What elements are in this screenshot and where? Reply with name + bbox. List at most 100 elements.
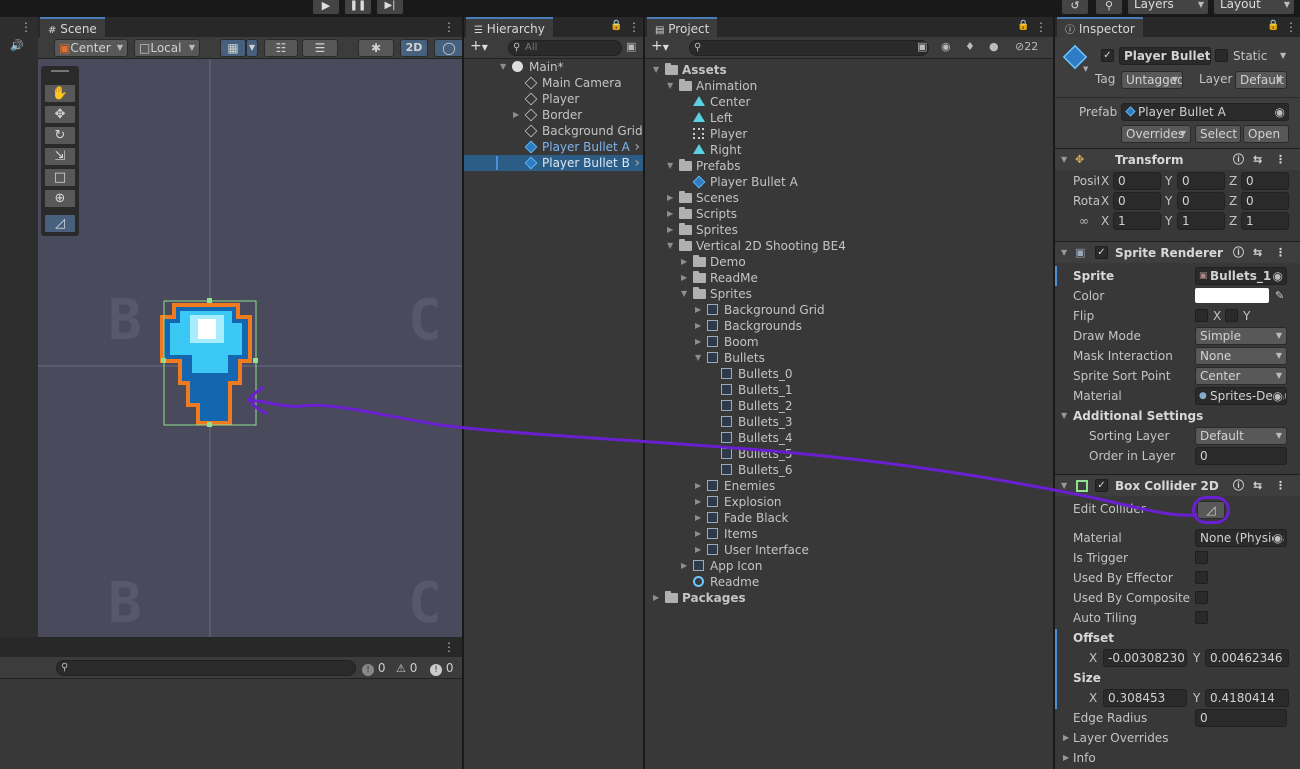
step-button[interactable]: ▶|: [377, 0, 403, 14]
collapse-arrow-icon[interactable]: ▶: [667, 222, 673, 238]
expand-arrow-icon[interactable]: ▼: [653, 62, 659, 78]
is-trigger-checkbox[interactable]: [1195, 551, 1208, 564]
transform-scale-z-field[interactable]: 1: [1241, 212, 1289, 230]
lighting-toggle[interactable]: ◯: [434, 39, 462, 57]
layout-dropdown[interactable]: Layout: [1214, 0, 1294, 14]
grid-snap-dropdown[interactable]: ▼: [246, 39, 258, 57]
transform-position-y-field[interactable]: 0: [1177, 172, 1225, 190]
hand-tool[interactable]: ✋: [44, 84, 76, 103]
additional-settings-row[interactable]: ▼ Additional Settings: [1055, 406, 1300, 426]
component-menu-icon[interactable]: ⋮: [1275, 149, 1286, 171]
console-search-input[interactable]: ⚲: [56, 660, 356, 676]
project-item[interactable]: Bullets_0: [645, 366, 1053, 382]
sprite-renderer-header[interactable]: ▼ ▣ ✓ Sprite Renderer ⓘ ⇆ ⋮: [1055, 241, 1300, 263]
transform-rotation-x-field[interactable]: 0: [1113, 192, 1161, 210]
2d-toggle[interactable]: 2D: [400, 39, 428, 57]
preset-icon[interactable]: ⇆: [1253, 149, 1262, 171]
box-collider-header[interactable]: ▼ ✓ Box Collider 2D ⓘ ⇆ ⋮: [1055, 474, 1300, 496]
space-dropdown[interactable]: □Local: [134, 39, 200, 57]
project-item[interactable]: ▼ Bullets: [645, 350, 1053, 366]
expand-arrow-icon[interactable]: ▼: [500, 59, 506, 75]
flip-x-checkbox[interactable]: [1195, 309, 1208, 322]
open-prefab-icon[interactable]: ›: [634, 139, 640, 155]
tab-project[interactable]: ▤ Project: [647, 17, 718, 37]
project-item[interactable]: Center: [645, 94, 1053, 110]
sorting-layer-dropdown[interactable]: Default: [1195, 427, 1287, 445]
layer-overrides-row[interactable]: ▶ Layer Overrides: [1055, 728, 1300, 748]
used-by-composite-checkbox[interactable]: [1195, 591, 1208, 604]
sprite-field[interactable]: ▣ Bullets_1 ◉: [1195, 267, 1287, 285]
lock-icon[interactable]: 🔒: [1017, 20, 1029, 31]
search-options-icon[interactable]: ▣: [626, 40, 636, 53]
collapse-arrow-icon[interactable]: ▶: [681, 270, 687, 286]
collapse-arrow-icon[interactable]: ▶: [695, 494, 701, 510]
scene-more-icon[interactable]: ⋮: [443, 20, 455, 34]
eyedropper-icon[interactable]: ✎: [1275, 286, 1284, 306]
scene-viewport[interactable]: B C B C ✋ ✥ ↻ ⇲ □ ⊕ ◿: [38, 59, 462, 637]
collapse-arrow-icon[interactable]: ▶: [695, 334, 701, 350]
used-by-effector-checkbox[interactable]: [1195, 571, 1208, 584]
project-item[interactable]: ▶ Sprites: [645, 222, 1053, 238]
transform-rotation-z-field[interactable]: 0: [1241, 192, 1289, 210]
project-item[interactable]: Bullets_4: [645, 430, 1053, 446]
expand-arrow-icon[interactable]: ▼: [695, 350, 701, 366]
active-checkbox[interactable]: ✓: [1101, 49, 1114, 62]
search-by-label-icon[interactable]: ♦: [965, 40, 975, 53]
constrain-proportions-icon[interactable]: ∞: [1079, 211, 1089, 231]
project-item[interactable]: ▶ Scripts: [645, 206, 1053, 222]
collapse-arrow-icon[interactable]: ▶: [695, 526, 701, 542]
collapse-arrow-icon[interactable]: ▶: [695, 510, 701, 526]
info-row[interactable]: ▶ Info: [1055, 748, 1300, 768]
collider-material-field[interactable]: None (Physics Material 2D)◉: [1195, 529, 1287, 547]
preset-icon[interactable]: ⇆: [1253, 475, 1262, 497]
project-item[interactable]: Bullets_2: [645, 398, 1053, 414]
project-item[interactable]: Player: [645, 126, 1053, 142]
help-icon[interactable]: ⓘ: [1233, 475, 1244, 497]
project-item[interactable]: Player Bullet A: [645, 174, 1053, 190]
help-icon[interactable]: ⓘ: [1233, 242, 1244, 264]
hierarchy-item[interactable]: Main Camera: [464, 75, 643, 91]
project-item[interactable]: ▶ App Icon: [645, 558, 1053, 574]
project-item[interactable]: ▶ Fade Black: [645, 510, 1053, 526]
hierarchy-item[interactable]: ▼ Main*: [464, 59, 643, 75]
prefab-source-field[interactable]: Player Bullet A ◉: [1121, 103, 1289, 121]
project-item[interactable]: ▶ Explosion: [645, 494, 1053, 510]
search-options-icon[interactable]: ▣: [917, 40, 927, 53]
play-button[interactable]: ▶: [313, 0, 339, 14]
project-item[interactable]: ▼ Assets: [645, 62, 1053, 78]
object-name-field[interactable]: Player Bullet B: [1119, 47, 1211, 65]
collapse-arrow-icon[interactable]: ▶: [695, 318, 701, 334]
open-prefab-icon[interactable]: ›: [634, 155, 640, 171]
object-picker-icon[interactable]: ◉: [1272, 388, 1283, 404]
console-error-count[interactable]: ! 0: [430, 660, 460, 676]
object-picker-icon[interactable]: ◉: [1275, 104, 1285, 120]
transform-position-x-field[interactable]: 0: [1113, 172, 1161, 190]
expand-arrow-icon[interactable]: ▼: [667, 238, 673, 254]
add-button[interactable]: +▼: [470, 38, 488, 54]
console-more-icon[interactable]: ⋮: [443, 640, 455, 654]
hierarchy-item[interactable]: ▶ Border: [464, 107, 643, 123]
layers-dropdown[interactable]: Layers: [1128, 0, 1208, 14]
help-icon[interactable]: ⓘ: [1233, 149, 1244, 171]
project-item[interactable]: ▼ Animation: [645, 78, 1053, 94]
collapse-arrow-icon[interactable]: ▶: [681, 558, 687, 574]
hierarchy-more-icon[interactable]: ⋮: [628, 20, 640, 34]
history-button[interactable]: ↺: [1062, 0, 1088, 14]
transform-rotation-y-field[interactable]: 0: [1177, 192, 1225, 210]
project-item[interactable]: ▶ Demo: [645, 254, 1053, 270]
collapse-arrow-icon[interactable]: ▶: [653, 590, 659, 606]
sprite-renderer-enabled-checkbox[interactable]: ✓: [1095, 246, 1108, 259]
project-item[interactable]: Bullets_3: [645, 414, 1053, 430]
lock-icon[interactable]: 🔒: [1267, 20, 1279, 31]
transform-scale-y-field[interactable]: 1: [1177, 212, 1225, 230]
tab-scene[interactable]: # Scene: [40, 17, 105, 37]
render-mode-button[interactable]: ☰: [302, 39, 338, 57]
project-item[interactable]: ▶ User Interface: [645, 542, 1053, 558]
increment-snap-button[interactable]: ☷: [264, 39, 298, 57]
hierarchy-item[interactable]: Player: [464, 91, 643, 107]
project-item[interactable]: Left: [645, 110, 1053, 126]
project-item[interactable]: ▶ Boom: [645, 334, 1053, 350]
project-item[interactable]: ▶ Enemies: [645, 478, 1053, 494]
hierarchy-item[interactable]: Background Grid: [464, 123, 643, 139]
auto-tiling-checkbox[interactable]: [1195, 611, 1208, 624]
